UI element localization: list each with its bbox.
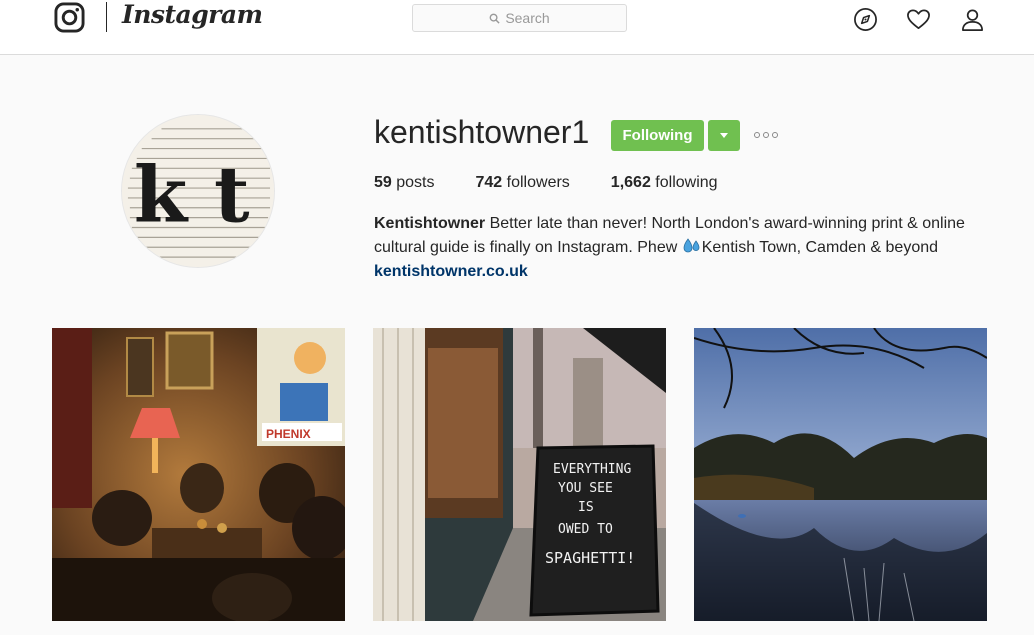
search-placeholder: Search bbox=[505, 10, 550, 26]
following-button[interactable]: Following bbox=[611, 120, 704, 151]
followers-link[interactable]: 742 followers bbox=[476, 174, 570, 192]
bio-text-location: Kentish Town, Camden & beyond bbox=[701, 239, 939, 256]
sweat-droplets-emoji-icon bbox=[683, 238, 700, 253]
avatar-monogram: k t bbox=[134, 151, 250, 241]
dot-icon bbox=[772, 132, 778, 138]
chalkboard-line-1: EVERYTHING bbox=[553, 462, 631, 477]
posts-count: 59 posts bbox=[374, 174, 435, 191]
logo-divider bbox=[106, 2, 107, 32]
post-thumbnail[interactable]: PHENIX bbox=[52, 328, 345, 621]
instagram-logo-icon[interactable] bbox=[54, 2, 85, 33]
heart-icon[interactable] bbox=[906, 7, 931, 32]
dot-icon bbox=[763, 132, 769, 138]
profile-avatar[interactable]: k t bbox=[121, 114, 275, 268]
avatar-image: k t bbox=[122, 115, 274, 267]
search-input[interactable]: Search bbox=[412, 4, 627, 32]
bio-full-name: Kentishtowner bbox=[374, 215, 486, 232]
post-image-pond bbox=[694, 328, 987, 621]
caret-down-icon bbox=[720, 133, 728, 138]
profile-stats: 59 posts 742 followers 1,662 following bbox=[374, 174, 759, 192]
suggestions-dropdown-button[interactable] bbox=[708, 120, 740, 151]
profile-website-link[interactable]: kentishtowner.co.uk bbox=[374, 260, 994, 284]
top-navigation-bar: Instagram Search bbox=[0, 0, 1034, 55]
chalkboard-line-5: SPAGHETTI! bbox=[545, 549, 635, 567]
profile-bio: Kentishtowner Better late than never! No… bbox=[374, 212, 994, 284]
chalkboard-line-2: YOU SEE bbox=[558, 481, 613, 496]
user-icon[interactable] bbox=[960, 7, 985, 32]
post-thumbnail[interactable] bbox=[694, 328, 987, 621]
more-options-button[interactable] bbox=[754, 124, 782, 146]
search-icon bbox=[489, 13, 500, 24]
instagram-wordmark[interactable]: Instagram bbox=[122, 0, 263, 29]
profile-username: kentishtowner1 bbox=[374, 114, 590, 150]
post-image-chalkboard: EVERYTHING YOU SEE IS OWED TO SPAGHETTI! bbox=[373, 328, 666, 621]
post-image-pub-session: PHENIX bbox=[52, 328, 345, 621]
post-thumbnail[interactable]: EVERYTHING YOU SEE IS OWED TO SPAGHETTI! bbox=[373, 328, 666, 621]
compass-icon[interactable] bbox=[853, 7, 878, 32]
dot-icon bbox=[754, 132, 760, 138]
chalkboard-line-3: IS bbox=[578, 500, 594, 515]
following-link[interactable]: 1,662 following bbox=[611, 174, 718, 192]
chalkboard-line-4: OWED TO bbox=[558, 522, 613, 537]
poster-text: PHENIX bbox=[266, 427, 311, 441]
